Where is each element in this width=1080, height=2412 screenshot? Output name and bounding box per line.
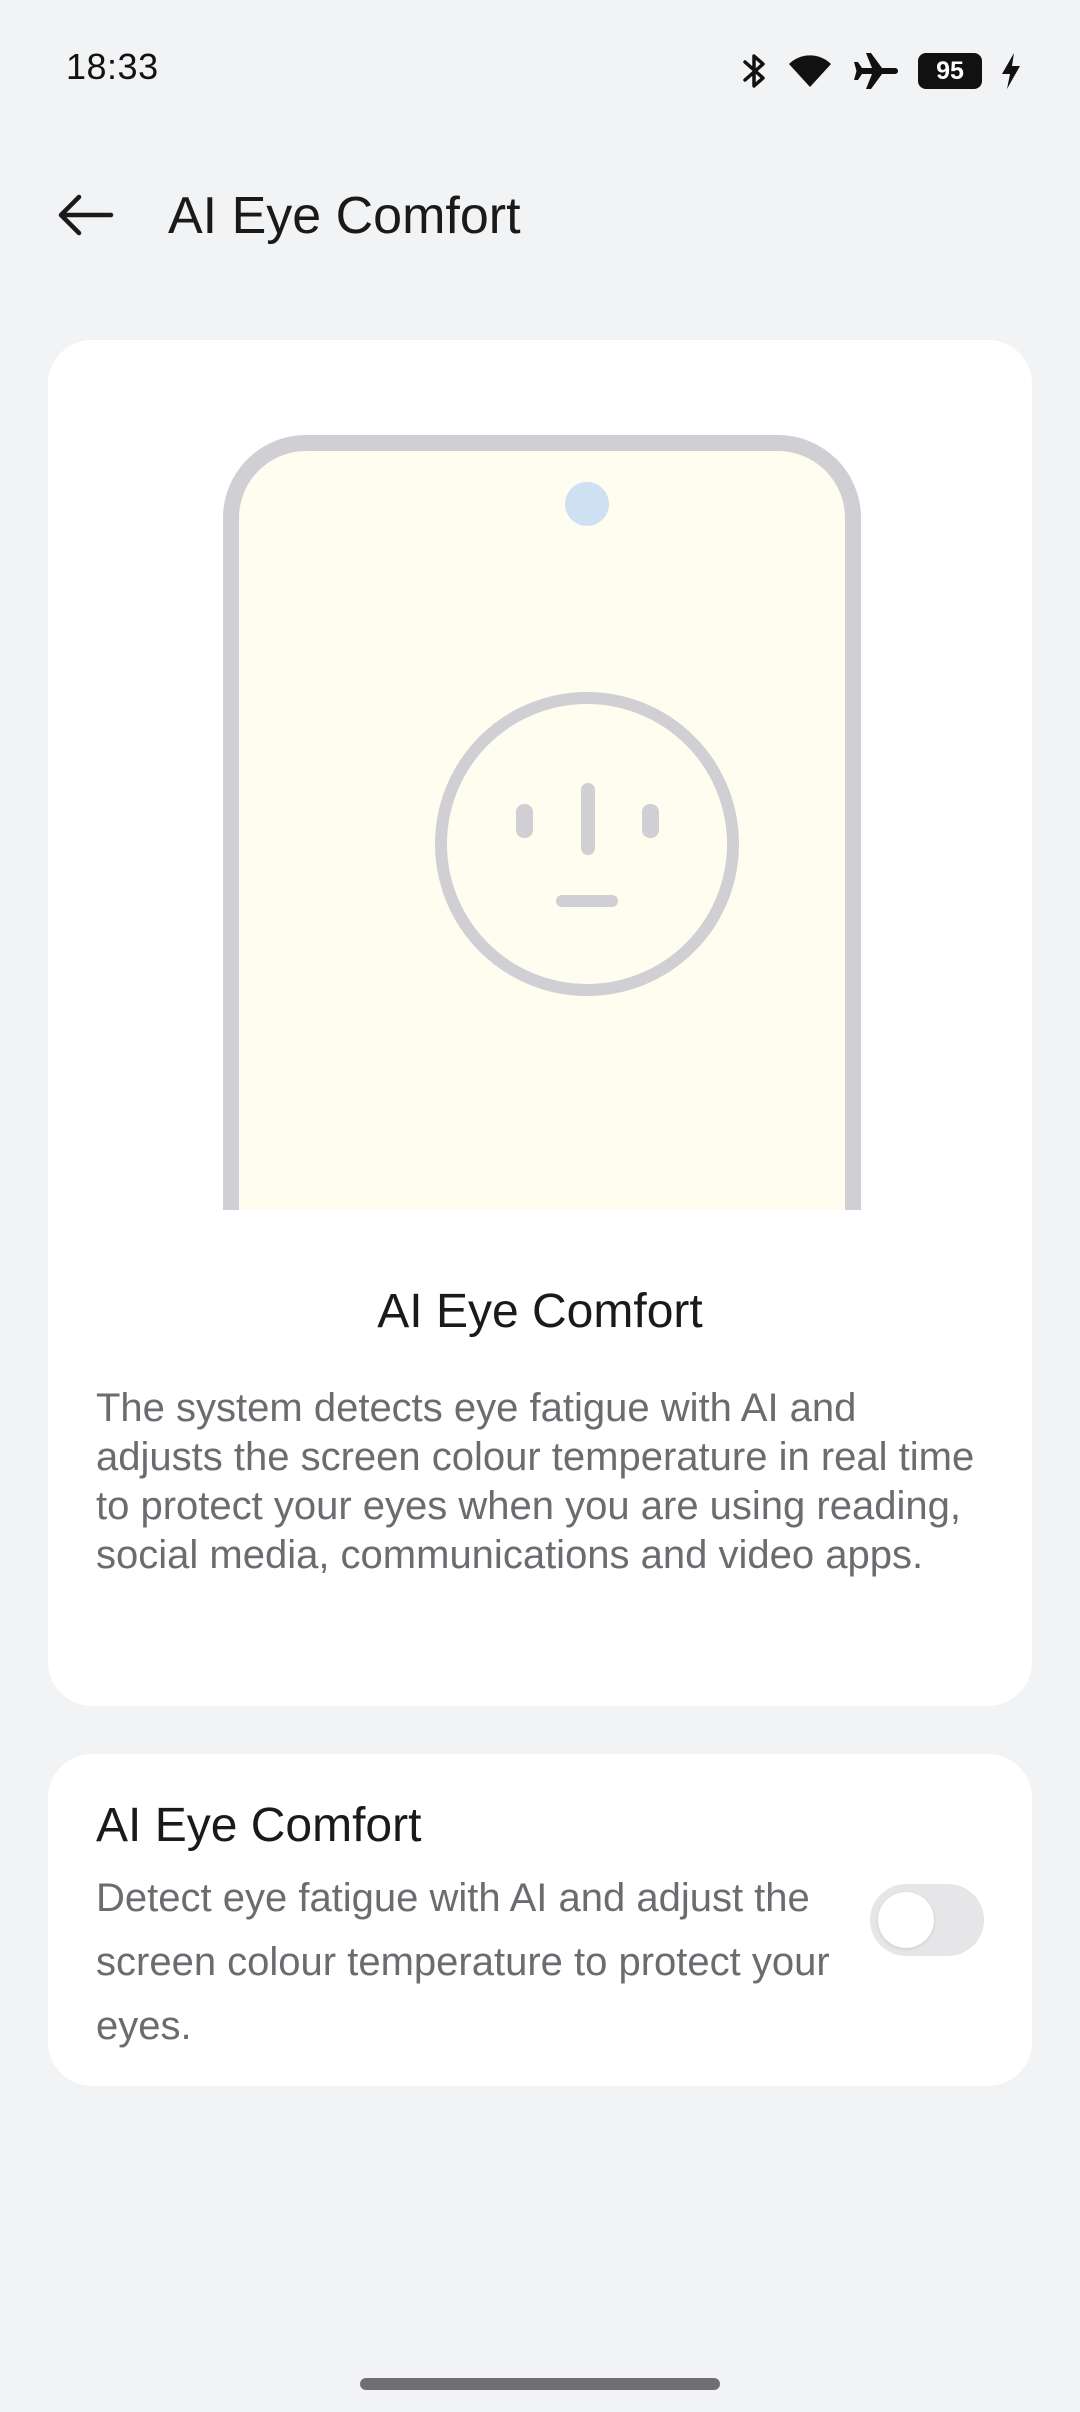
phone-face-illustration [223,435,861,1210]
intro-title: AI Eye Comfort [377,1285,703,1338]
intro-description: The system detects eye fatigue with AI a… [96,1386,975,1577]
wifi-icon [786,51,834,91]
bluetooth-icon [742,51,768,91]
home-indicator[interactable] [360,2378,720,2390]
setting-description: Detect eye fatigue with AI and adjust th… [96,1876,830,2048]
status-time: 18:33 [66,46,159,87]
status-icons: 95 [742,46,1022,96]
battery-icon: 95 [918,53,982,89]
back-button[interactable] [40,170,130,260]
toggle-knob [878,1892,934,1948]
status-bar: 18:33 95 [0,0,1080,140]
arrow-left-icon [58,194,114,236]
charging-icon [1000,51,1022,91]
app-bar: AI Eye Comfort [0,140,1080,290]
page-title: AI Eye Comfort [168,187,521,245]
setting-title: AI Eye Comfort [96,1799,422,1852]
ai-eye-comfort-toggle[interactable] [870,1884,984,1956]
intro-card: AI Eye Comfort The system detects eye fa… [48,340,1032,1706]
ai-eye-comfort-setting[interactable]: AI Eye Comfort Detect eye fatigue with A… [48,1754,1032,2086]
airplane-icon [852,51,900,91]
battery-level: 95 [936,56,964,85]
camera-dot [565,482,609,526]
